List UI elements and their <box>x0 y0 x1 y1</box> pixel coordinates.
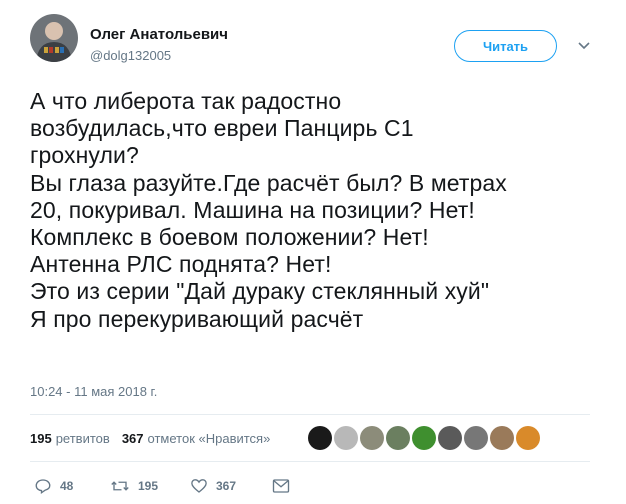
retweet-icon <box>111 481 129 491</box>
retweets-count[interactable]: 195 <box>30 431 52 446</box>
tweet-text: А что либерота так радостно возбудилась,… <box>30 88 507 332</box>
liker-avatar-1[interactable] <box>308 426 332 450</box>
like-count: 367 <box>216 479 237 493</box>
reply-count: 48 <box>60 479 74 493</box>
envelope-icon <box>272 479 290 493</box>
reply-button[interactable]: 48 <box>34 477 110 495</box>
liker-avatar-5[interactable] <box>412 426 436 450</box>
retweets-label[interactable]: ретвитов <box>56 431 110 446</box>
heart-icon <box>191 479 207 493</box>
divider <box>30 461 590 462</box>
likers-avatars <box>308 426 542 450</box>
user-handle[interactable]: @dolg132005 <box>90 48 171 63</box>
direct-message-button[interactable] <box>272 478 298 494</box>
divider <box>30 414 590 415</box>
tweet-stats: 195 ретвитов 367 отметок «Нравится» <box>30 431 282 446</box>
follow-button[interactable]: Читать <box>454 30 557 62</box>
reply-icon <box>35 479 51 495</box>
liker-avatar-8[interactable] <box>490 426 514 450</box>
liker-avatar-9[interactable] <box>516 426 540 450</box>
tweet-header: Олег Анатольевич @dolg132005 Читать <box>30 14 600 74</box>
liker-avatar-7[interactable] <box>464 426 488 450</box>
chevron-down-icon[interactable] <box>574 36 594 56</box>
user-name[interactable]: Олег Анатольевич <box>90 26 228 43</box>
liker-avatar-2[interactable] <box>334 426 358 450</box>
retweet-button[interactable]: 195 <box>110 477 190 495</box>
likes-count[interactable]: 367 <box>122 431 144 446</box>
likes-label[interactable]: отметок «Нравится» <box>148 431 271 446</box>
retweet-count: 195 <box>138 479 159 493</box>
avatar[interactable] <box>30 14 78 62</box>
like-button[interactable]: 367 <box>190 477 272 495</box>
tweet-actions: 48 195 367 <box>30 474 298 498</box>
avatar-image <box>30 14 78 62</box>
tweet-timestamp[interactable]: 10:24 - 11 мая 2018 г. <box>30 384 157 399</box>
liker-avatar-4[interactable] <box>386 426 410 450</box>
liker-avatar-6[interactable] <box>438 426 462 450</box>
liker-avatar-3[interactable] <box>360 426 384 450</box>
